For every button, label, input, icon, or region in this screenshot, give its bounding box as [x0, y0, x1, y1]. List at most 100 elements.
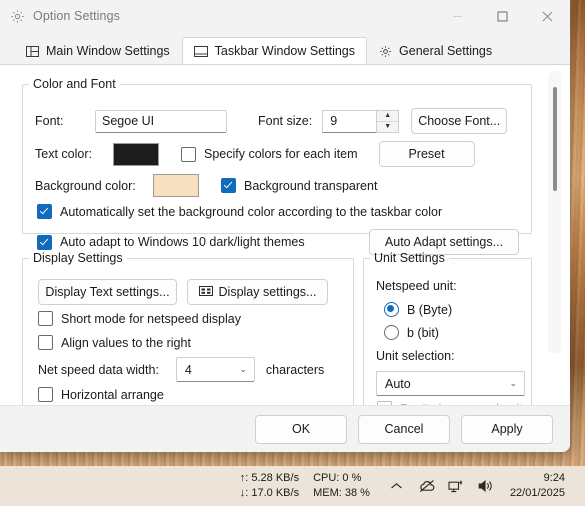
- specify-colors-checkbox[interactable]: Specify colors for each item: [181, 146, 358, 162]
- auto-adapt-checkbox[interactable]: Auto adapt to Windows 10 dark/light them…: [37, 234, 305, 250]
- netspeed-tray-item[interactable]: ↑: 5.28 KB/s ↓: 17.0 KB/s: [240, 471, 313, 501]
- font-size-label: Font size:: [258, 114, 313, 128]
- radio-box[interactable]: [384, 325, 399, 340]
- display-text-settings-button[interactable]: Display Text settings...: [38, 279, 177, 305]
- checkbox-box[interactable]: [181, 146, 196, 162]
- checkbox-label: Specify colors for each item: [204, 147, 358, 161]
- background-transparent-checkbox[interactable]: Background transparent: [221, 178, 377, 193]
- characters-label: characters: [265, 362, 325, 377]
- clock[interactable]: 9:24 22/01/2025: [502, 471, 577, 501]
- tab-taskbar-window-settings[interactable]: Taskbar Window Settings: [181, 37, 368, 64]
- mem-usage: MEM: 38 %: [313, 487, 370, 499]
- radio-box[interactable]: [384, 302, 399, 317]
- cpu-usage: CPU: 0 %: [313, 472, 362, 484]
- checkbox-box[interactable]: [221, 178, 236, 193]
- horizontal-arrange-checkbox[interactable]: Horizontal arrange: [38, 387, 164, 402]
- tab-strip: Main Window Settings Taskbar Window Sett…: [0, 32, 570, 64]
- checkbox-label: Horizontal arrange: [61, 387, 164, 402]
- apply-button[interactable]: Apply: [461, 414, 553, 444]
- auto-set-background-checkbox[interactable]: Automatically set the background color a…: [37, 204, 442, 219]
- font-size-value[interactable]: 9: [322, 109, 377, 133]
- taskbar-icon: [193, 45, 208, 57]
- data-width-label: Net speed data width:: [38, 362, 159, 377]
- background-color-swatch[interactable]: [153, 174, 199, 197]
- system-tray: ↑: 5.28 KB/s ↓: 17.0 KB/s CPU: 0 % MEM: …: [240, 469, 585, 503]
- group-legend: Unit Settings: [374, 251, 445, 265]
- title-bar-left: Option Settings: [10, 0, 120, 32]
- clock-date: 22/01/2025: [509, 487, 565, 499]
- dialog-footer: OK Cancel Apply: [0, 405, 570, 452]
- volume-icon[interactable]: [472, 469, 502, 503]
- upload-speed: ↑: 5.28 KB/s: [239, 472, 300, 484]
- network-icon[interactable]: [442, 469, 472, 503]
- tab-label: Main Window Settings: [46, 44, 170, 58]
- text-color-swatch[interactable]: [113, 142, 159, 166]
- ok-button[interactable]: OK: [255, 414, 347, 444]
- font-label: Font:: [35, 114, 64, 128]
- stepper-down-icon[interactable]: ▼: [377, 122, 398, 132]
- checkbox-box[interactable]: [38, 311, 53, 326]
- option-settings-window: Option Settings Main Window Settings Tas…: [0, 0, 570, 452]
- data-width-select[interactable]: 4 ⌄: [175, 357, 255, 382]
- title-bar: Option Settings: [0, 0, 570, 32]
- checkbox-label: Short mode for netspeed display: [61, 311, 241, 326]
- checkbox-box[interactable]: [38, 335, 53, 350]
- font-input[interactable]: Segoe UI: [95, 109, 227, 133]
- choose-font-button[interactable]: Choose Font...: [411, 108, 508, 134]
- display-icon: [198, 285, 213, 299]
- tab-main-window-settings[interactable]: Main Window Settings: [14, 37, 182, 64]
- windows-taskbar: ↑: 5.28 KB/s ↓: 17.0 KB/s CPU: 0 % MEM: …: [0, 466, 585, 506]
- preset-button[interactable]: Preset: [378, 141, 475, 167]
- checkbox-box[interactable]: [38, 387, 53, 402]
- maximize-button[interactable]: [480, 0, 525, 32]
- align-right-checkbox[interactable]: Align values to the right: [38, 335, 191, 350]
- display-settings-button[interactable]: Display settings...: [187, 279, 328, 305]
- unit-selection-label: Unit selection:: [376, 349, 455, 363]
- onedrive-offline-icon[interactable]: [412, 469, 442, 503]
- checkbox-label: Align values to the right: [61, 335, 191, 350]
- text-color-label: Text color:: [35, 147, 92, 161]
- radio-label: b (bit): [407, 325, 439, 340]
- radio-byte[interactable]: B (Byte): [384, 302, 452, 317]
- download-speed: ↓: 17.0 KB/s: [239, 487, 300, 499]
- caption-buttons: [435, 0, 570, 32]
- gear-icon: [10, 9, 25, 24]
- background-color-label: Background color:: [35, 178, 136, 193]
- radio-label: B (Byte): [407, 302, 453, 317]
- scroll-pane: Color and Font Font: Segoe UI Font size:…: [0, 65, 570, 406]
- chevron-up-icon[interactable]: [382, 469, 412, 503]
- font-size-stepper[interactable]: 9 ▲ ▼: [322, 109, 400, 133]
- tab-label: Taskbar Window Settings: [214, 44, 356, 58]
- button-label: Display settings...: [218, 285, 317, 299]
- group-legend: Display Settings: [33, 251, 123, 265]
- unit-settings-group: Unit Settings Netspeed unit: B (Byte) b …: [363, 251, 532, 406]
- window-title: Option Settings: [33, 9, 120, 23]
- cpu-mem-tray-item[interactable]: CPU: 0 % MEM: 38 %: [313, 471, 382, 501]
- checkbox-label: Auto adapt to Windows 10 dark/light them…: [60, 235, 305, 249]
- close-button[interactable]: [525, 0, 570, 32]
- select-value: 4: [184, 362, 192, 377]
- display-settings-group: Display Settings Display Text settings..…: [22, 251, 354, 406]
- minimize-button[interactable]: [435, 0, 480, 32]
- checkbox-box[interactable]: [37, 234, 52, 250]
- radio-bit[interactable]: b (bit): [384, 325, 439, 340]
- gear-icon: [379, 45, 392, 58]
- unit-selection-select[interactable]: Auto ⌄: [376, 371, 525, 396]
- settings-content: Color and Font Font: Segoe UI Font size:…: [0, 64, 570, 452]
- window-layout-icon: [26, 45, 39, 57]
- select-value: Auto: [385, 376, 411, 391]
- tab-label: General Settings: [399, 44, 493, 58]
- clock-time: 9:24: [543, 472, 565, 484]
- short-mode-checkbox[interactable]: Short mode for netspeed display: [38, 311, 241, 326]
- tab-general-settings[interactable]: General Settings: [367, 37, 504, 64]
- cancel-button[interactable]: Cancel: [358, 414, 450, 444]
- chevron-down-icon: ⌄: [509, 378, 517, 388]
- checkbox-box[interactable]: [37, 204, 52, 219]
- checkbox-label: Background transparent: [244, 178, 378, 193]
- netspeed-unit-label: Netspeed unit:: [376, 279, 457, 293]
- stepper-up-icon[interactable]: ▲: [377, 111, 399, 122]
- chevron-down-icon: ⌄: [239, 364, 247, 374]
- group-legend: Color and Font: [33, 77, 116, 91]
- scrollbar-thumb[interactable]: [553, 87, 557, 191]
- checkbox-label: Automatically set the background color a…: [60, 204, 443, 219]
